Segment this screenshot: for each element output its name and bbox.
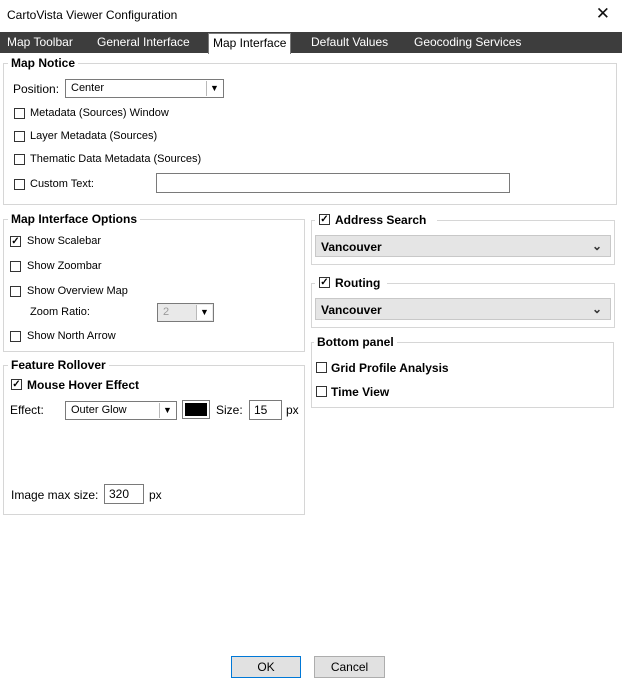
show-zoombar-label: Show Zoombar — [27, 260, 102, 272]
metadata-window-checkbox[interactable] — [14, 108, 25, 119]
effect-label: Effect: — [10, 403, 44, 417]
mouse-hover-label: Mouse Hover Effect — [27, 378, 140, 392]
map-interface-options-legend: Map Interface Options — [8, 212, 141, 226]
image-max-size-unit: px — [149, 488, 162, 502]
tab-default-values[interactable]: Default Values — [307, 32, 392, 53]
show-zoombar-checkbox[interactable] — [10, 261, 21, 272]
close-icon[interactable]: ✕ — [596, 4, 610, 24]
zoom-ratio-label: Zoom Ratio: — [30, 306, 90, 318]
size-label: Size: — [216, 403, 243, 417]
grid-profile-checkbox[interactable] — [316, 362, 327, 373]
show-scalebar-label: Show Scalebar — [27, 235, 101, 247]
tab-bar: Map Toolbar General Interface Map Interf… — [0, 32, 622, 54]
position-value: Center — [71, 82, 105, 94]
dropdown-arrow-icon: ▼ — [159, 403, 175, 418]
color-picker-button[interactable] — [182, 400, 210, 419]
position-label: Position: — [13, 82, 60, 96]
show-scalebar-checkbox[interactable]: ✓ — [10, 236, 21, 247]
ok-button[interactable]: OK — [231, 656, 301, 678]
show-overview-map-checkbox[interactable] — [10, 286, 21, 297]
effect-value: Outer Glow — [71, 404, 127, 416]
address-search-value: Vancouver — [321, 240, 382, 254]
grid-profile-label: Grid Profile Analysis — [331, 361, 449, 375]
time-view-checkbox[interactable] — [316, 386, 327, 397]
layer-metadata-checkbox[interactable] — [14, 131, 25, 142]
color-swatch — [185, 403, 207, 416]
effect-select[interactable]: Outer Glow ▼ — [65, 401, 177, 420]
bottom-panel-legend: Bottom panel — [314, 335, 397, 349]
size-value: 15 — [254, 403, 268, 417]
routing-checkbox[interactable]: ✓ — [319, 277, 330, 288]
size-input[interactable]: 15 — [249, 400, 282, 420]
position-select[interactable]: Center ▼ — [65, 79, 224, 98]
custom-text-label: Custom Text: — [30, 178, 94, 190]
map-notice-legend: Map Notice — [8, 56, 79, 70]
tab-geocoding-services[interactable]: Geocoding Services — [410, 32, 525, 53]
custom-text-input[interactable] — [156, 173, 510, 193]
title-bar: CartoVista Viewer Configuration ✕ — [0, 0, 622, 30]
dropdown-arrow-icon: ▼ — [206, 81, 222, 96]
chevron-down-icon: ⌄ — [591, 239, 602, 253]
feature-rollover-legend: Feature Rollover — [8, 358, 109, 372]
show-north-arrow-checkbox[interactable] — [10, 331, 21, 342]
dropdown-arrow-icon: ▼ — [196, 305, 212, 320]
address-search-label: Address Search — [335, 213, 427, 227]
chevron-down-icon: ⌄ — [591, 302, 602, 316]
custom-text-checkbox[interactable] — [14, 179, 25, 190]
thematic-metadata-label: Thematic Data Metadata (Sources) — [30, 153, 202, 165]
routing-label: Routing — [335, 276, 381, 290]
show-overview-map-label: Show Overview Map — [27, 285, 128, 297]
show-north-arrow-label: Show North Arrow — [27, 330, 116, 342]
routing-value: Vancouver — [321, 303, 382, 317]
image-max-size-input[interactable]: 320 — [104, 484, 144, 504]
mouse-hover-checkbox[interactable]: ✓ — [11, 379, 22, 390]
size-unit: px — [286, 403, 299, 417]
time-view-label: Time View — [331, 385, 390, 399]
metadata-window-label: Metadata (Sources) Window — [30, 107, 169, 119]
tab-map-toolbar[interactable]: Map Toolbar — [3, 32, 77, 53]
layer-metadata-label: Layer Metadata (Sources) — [30, 130, 158, 142]
address-search-select[interactable]: Vancouver ⌄ — [315, 235, 611, 257]
address-search-checkbox[interactable]: ✓ — [319, 214, 330, 225]
cancel-button[interactable]: Cancel — [314, 656, 385, 678]
tab-map-interface[interactable]: Map Interface — [208, 33, 292, 54]
zoom-ratio-value: 2 — [163, 306, 170, 318]
image-max-size-value: 320 — [109, 487, 130, 501]
tab-general-interface[interactable]: General Interface — [93, 32, 194, 53]
image-max-size-label: Image max size: — [11, 488, 99, 502]
zoom-ratio-select[interactable]: 2 ▼ — [157, 303, 214, 322]
routing-select[interactable]: Vancouver ⌄ — [315, 298, 611, 320]
thematic-metadata-checkbox[interactable] — [14, 154, 25, 165]
window-title: CartoVista Viewer Configuration — [7, 8, 178, 22]
